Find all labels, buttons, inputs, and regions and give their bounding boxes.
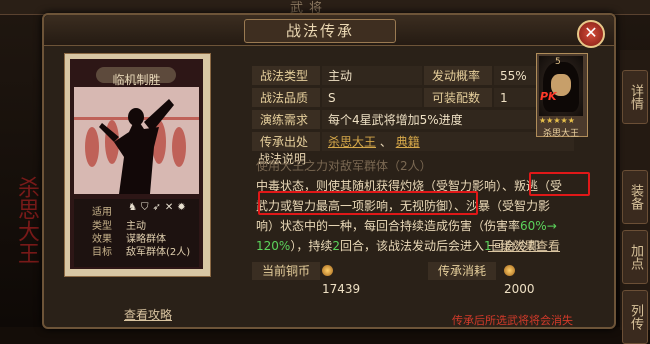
- star-rating: ★★★★★: [539, 116, 575, 125]
- inherit-warning: 传承后所选武将将会消失: [452, 314, 573, 327]
- target-value: 敌军群体(2人): [126, 247, 191, 258]
- copper-value: 17439: [322, 282, 361, 296]
- shield-icon: ⛉: [140, 202, 153, 213]
- desc-line-4: 响）状态中的一种，每回合持续造成伤害（伤害率60%→: [256, 219, 557, 233]
- trigger-rate-label: 发动概率: [424, 66, 492, 85]
- general-name-vertical: 杀思大王: [14, 176, 39, 264]
- highlight-box-bottom: [258, 191, 478, 215]
- skill-quality-label: 战法品质: [252, 88, 320, 107]
- info-use: 适用: [92, 203, 126, 218]
- pk-badge: PK: [540, 90, 557, 103]
- skill-illustration: [74, 87, 199, 194]
- skill-info: 适用 ♞⛉➶✕✹ 类型 主动 效果 谋略群体 目标 敌军群体(2人): [74, 199, 199, 267]
- use-label: 适用: [92, 207, 112, 218]
- skill-name: 临机制胜: [112, 73, 161, 87]
- inherit-value: 2000: [504, 282, 535, 296]
- coin-icon: [322, 265, 333, 276]
- desc-line-5: 120%），持续2回合，该战法发动后会进入1回合冷却: [256, 239, 540, 253]
- skill-quality-value: S: [322, 88, 422, 107]
- tab-details[interactable]: 详情: [622, 70, 648, 124]
- coin-icon: [504, 265, 515, 276]
- attr-row-1: 战法类型 主动 发动概率 55%: [252, 66, 574, 86]
- source-book-link[interactable]: 典籍: [396, 135, 420, 149]
- copper-label: 当前铜币: [252, 262, 320, 280]
- skill-card: 临机制胜 适用 ♞⛉➶✕✹ 类型 主动 效果 谋略群体 目标 敌军群体(2人): [64, 53, 211, 277]
- close-button[interactable]: ✕: [577, 20, 605, 48]
- troop-type-icons: ♞⛉➶✕✹: [128, 202, 190, 213]
- general-level: 5: [555, 57, 561, 67]
- attr-row-4: 传承出处 杀思大王 、 典籍: [252, 132, 574, 152]
- skill-card-inner: 临机制胜 适用 ♞⛉➶✕✹ 类型 主动 效果 谋略群体 目标 敌军群体(2人): [70, 59, 203, 269]
- vehicle-icon: ✹: [177, 202, 190, 213]
- source-label: 传承出处: [252, 132, 320, 151]
- learn-label: 演练需求: [252, 110, 320, 129]
- archer-icon: ➶: [152, 202, 165, 213]
- copper-value-wrap: 17439: [322, 262, 360, 298]
- general-name: 杀思大王: [542, 129, 579, 139]
- cavalry-icon: ♞: [128, 202, 141, 213]
- tab-biography[interactable]: 列传: [622, 290, 648, 344]
- attr-row-2: 战法品质 S 可装配数 1: [252, 88, 574, 108]
- inherit-label: 传承消耗: [428, 262, 496, 280]
- effect-view-link[interactable]: 一级效果查看: [488, 237, 560, 254]
- attr-row-3: 演练需求 每个4星武将增加5%进度: [252, 110, 574, 130]
- dialog-header: 战法传承: [44, 15, 614, 46]
- dialog-title: 战法传承: [244, 19, 396, 43]
- source-general-link[interactable]: 杀思大王: [328, 135, 376, 149]
- inherit-value-wrap: 2000: [504, 262, 535, 298]
- highlight-box-top: [529, 172, 590, 196]
- target-label: 目标: [92, 247, 112, 258]
- skill-type-label: 战法类型: [252, 66, 320, 85]
- spear-icon: ✕: [164, 202, 178, 213]
- slots-label: 可装配数: [424, 88, 492, 107]
- general-portrait: PK 5: [539, 56, 583, 116]
- general-portrait-card[interactable]: PK 5 ★★★★★ 杀思大王: [536, 53, 588, 139]
- view-guide-link[interactable]: 查看攻略: [124, 306, 172, 323]
- skill-type-value: 主动: [322, 66, 422, 85]
- info-target: 目标 敌军群体(2人): [92, 243, 190, 258]
